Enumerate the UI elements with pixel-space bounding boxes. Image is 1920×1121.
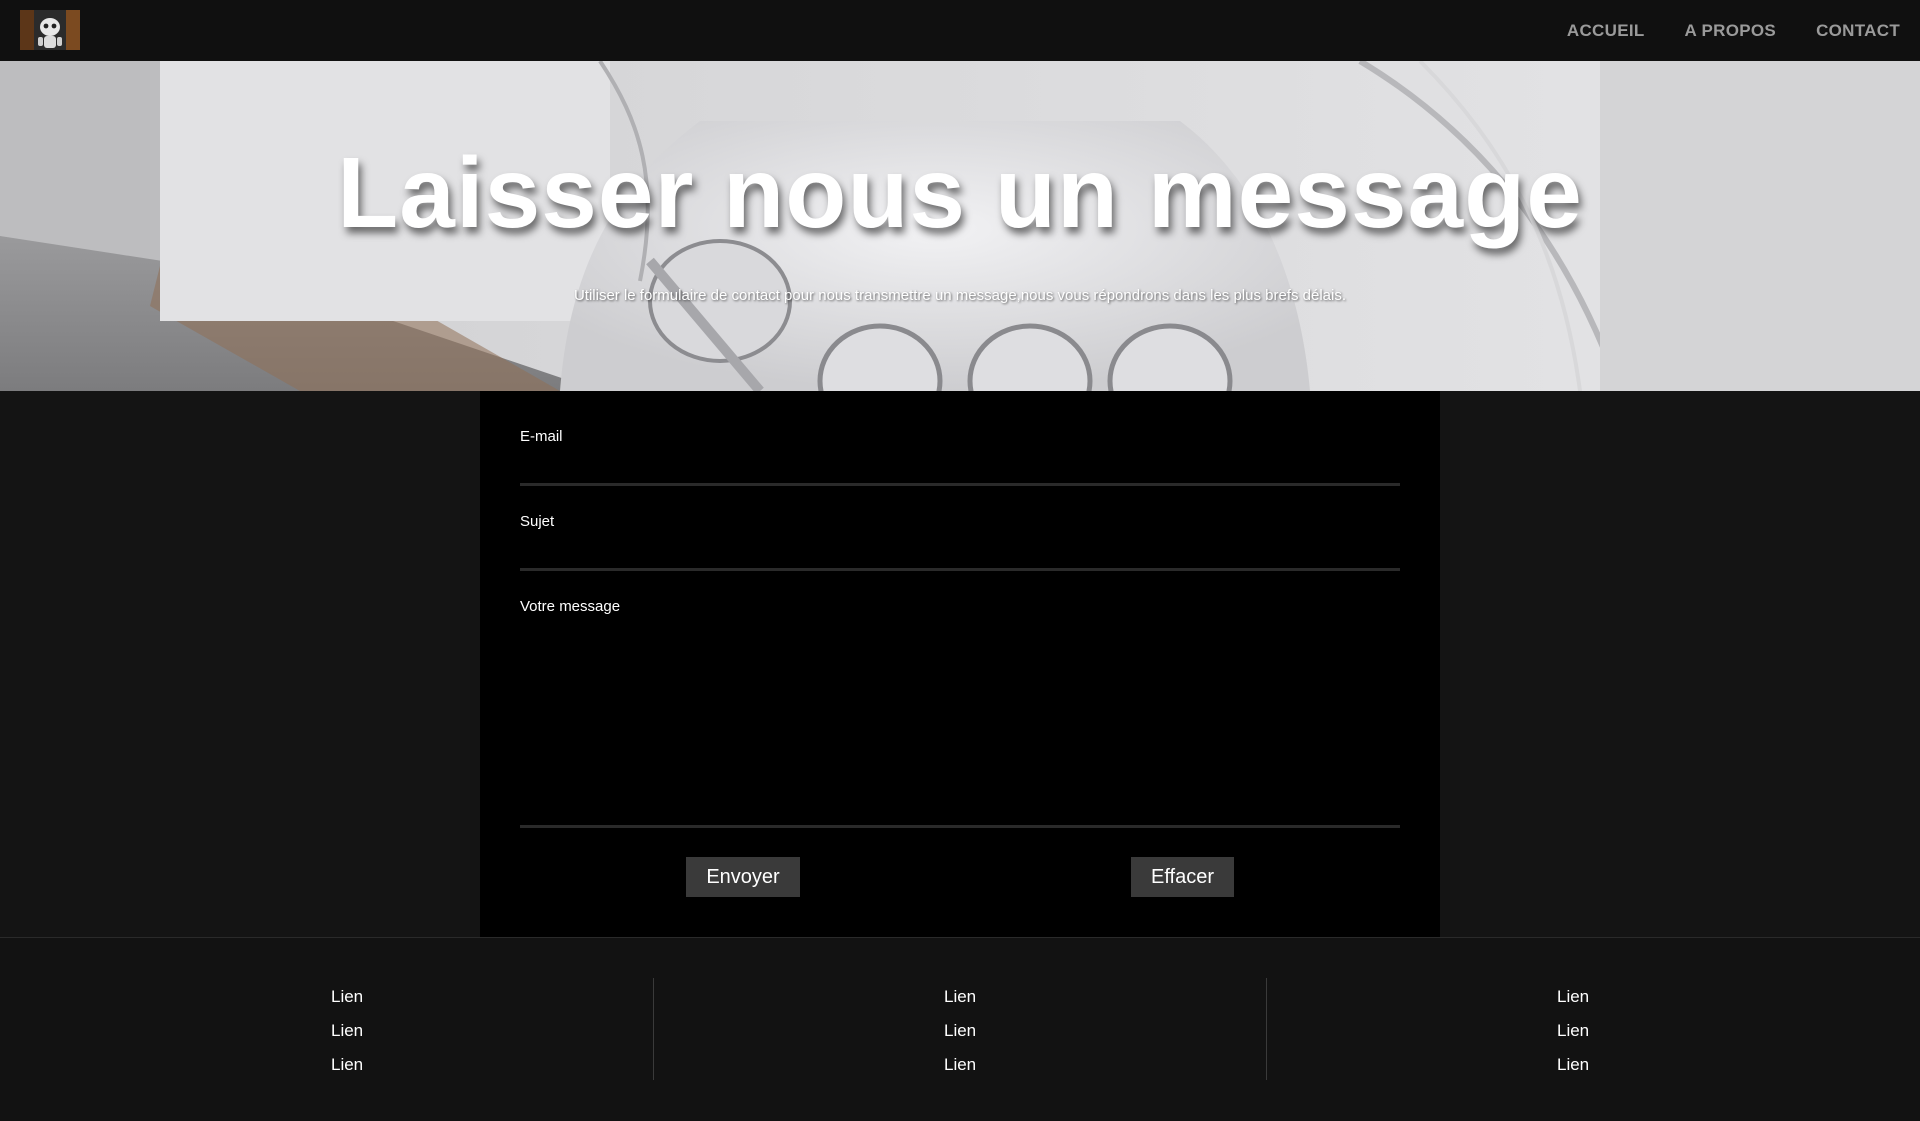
footer-link[interactable]: Lien — [1557, 1055, 1589, 1075]
clear-button[interactable]: Effacer — [1131, 857, 1234, 897]
robot-logo-icon[interactable] — [20, 10, 80, 50]
footer-link[interactable]: Lien — [944, 1021, 976, 1041]
footer-link[interactable]: Lien — [1557, 1021, 1589, 1041]
footer-link[interactable]: Lien — [1557, 987, 1589, 1007]
footer-divider — [653, 978, 654, 1080]
footer-link[interactable]: Lien — [331, 1021, 363, 1041]
subject-field[interactable] — [520, 536, 1400, 566]
footer-link[interactable]: Lien — [331, 1055, 363, 1075]
send-button[interactable]: Envoyer — [686, 857, 800, 897]
email-field[interactable] — [520, 451, 1400, 481]
nav-accueil[interactable]: ACCUEIL — [1567, 21, 1645, 41]
page-title: Laisser nous un message — [337, 137, 1583, 249]
email-underline — [520, 483, 1400, 486]
footer-link[interactable]: Lien — [944, 1055, 976, 1075]
message-underline — [520, 825, 1400, 828]
hero-banner: Laisser nous un message Utiliser le form… — [0, 61, 1920, 391]
footer-divider — [1266, 978, 1267, 1080]
nav-a-propos[interactable]: A PROPOS — [1685, 21, 1777, 41]
navbar: ACCUEIL A PROPOS CONTACT — [0, 0, 1920, 61]
message-label: Votre message — [520, 598, 621, 615]
email-label: E-mail — [520, 428, 563, 445]
main-nav: ACCUEIL A PROPOS CONTACT — [1567, 0, 1920, 61]
subject-underline — [520, 568, 1400, 571]
footer: Lien Lien Lien Lien Lien Lien Lien Lien … — [0, 937, 1920, 1121]
page-subtitle: Utiliser le formulaire de contact pour n… — [573, 287, 1347, 304]
nav-contact[interactable]: CONTACT — [1816, 21, 1900, 41]
footer-link[interactable]: Lien — [944, 987, 976, 1007]
contact-form: E-mail Sujet Votre message Envoyer Effac… — [480, 391, 1440, 937]
footer-link[interactable]: Lien — [331, 987, 363, 1007]
subject-label: Sujet — [520, 513, 555, 530]
message-field[interactable] — [520, 623, 1400, 823]
